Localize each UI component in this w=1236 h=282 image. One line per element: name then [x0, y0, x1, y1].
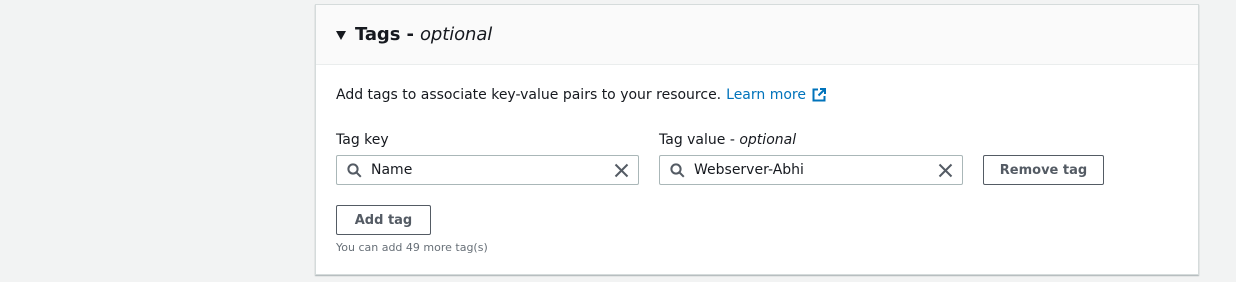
remove-tag-button[interactable]: Remove tag	[983, 155, 1104, 185]
tag-value-input[interactable]: Webserver-Abhi	[659, 155, 963, 185]
search-icon	[347, 162, 362, 178]
add-tag-button[interactable]: Add tag	[336, 205, 431, 235]
tag-value-value[interactable]: Webserver-Abhi	[694, 162, 938, 178]
tags-remaining-hint: You can add 49 more tag(s)	[336, 241, 488, 254]
search-icon	[670, 162, 685, 178]
panel-title-text: Tags -	[355, 24, 414, 45]
tags-description: Add tags to associate key-value pairs to…	[336, 87, 826, 103]
learn-more-link[interactable]: Learn more	[726, 87, 806, 103]
external-link-icon[interactable]	[812, 88, 826, 102]
panel-title: Tags - optional	[355, 24, 492, 45]
clear-icon[interactable]	[938, 163, 953, 178]
tag-value-optional: optional	[739, 132, 797, 148]
tags-panel-header[interactable]: Tags - optional	[316, 5, 1198, 65]
tags-panel: Tags - optional Add tags to associate ke…	[315, 4, 1199, 275]
caret-down-icon[interactable]	[336, 30, 346, 40]
tag-value-label-text: Tag value -	[659, 132, 735, 148]
tag-value-label: Tag value - optional	[659, 132, 796, 148]
description-text: Add tags to associate key-value pairs to…	[336, 87, 722, 103]
panel-title-optional: optional	[420, 24, 493, 45]
clear-icon[interactable]	[614, 163, 629, 178]
tag-key-label: Tag key	[336, 132, 389, 148]
tag-key-label-text: Tag key	[336, 132, 389, 148]
tag-key-value[interactable]: Name	[371, 162, 614, 178]
tag-key-input[interactable]: Name	[336, 155, 639, 185]
